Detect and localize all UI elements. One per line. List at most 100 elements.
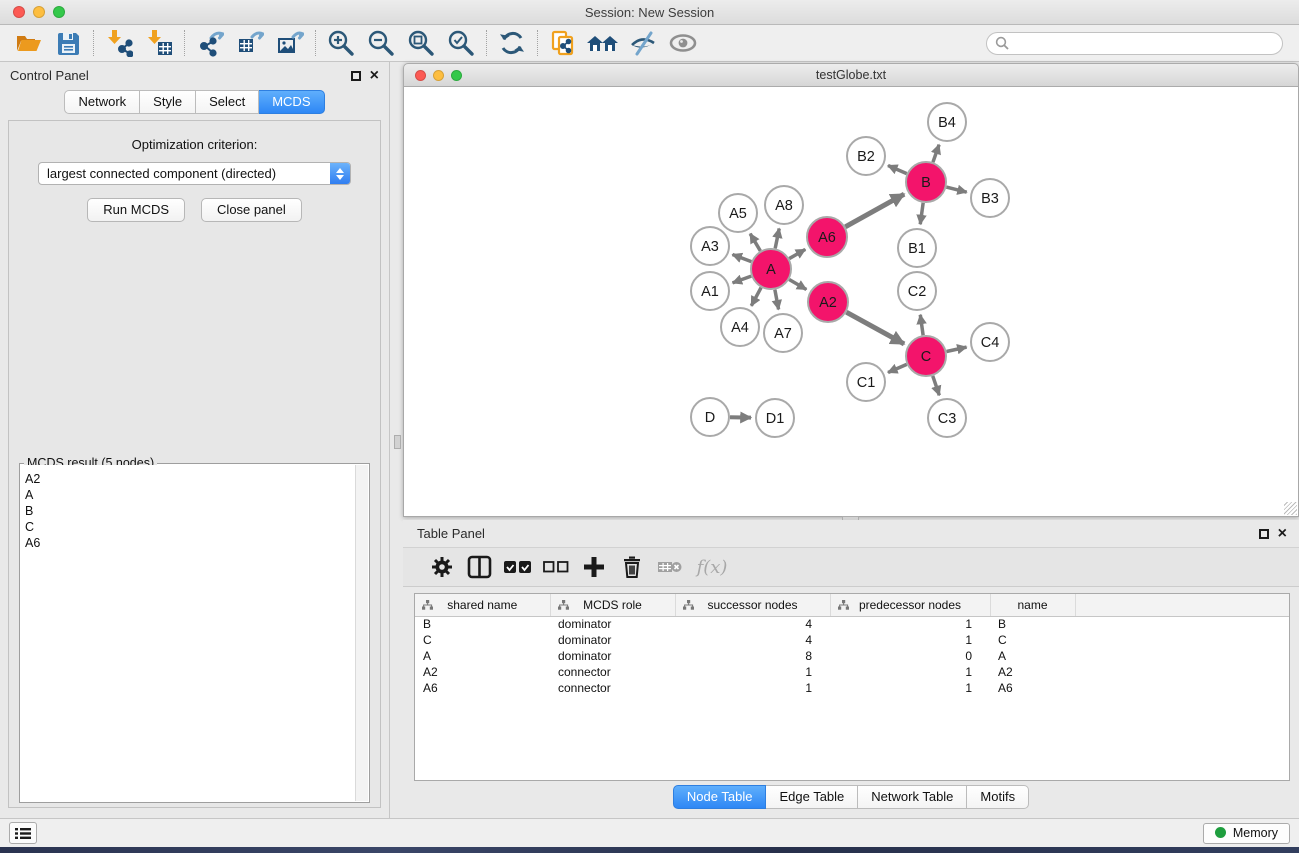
tab-style[interactable]: Style [140, 90, 196, 114]
zoom-selected-icon[interactable] [441, 28, 481, 58]
save-session-icon[interactable] [48, 28, 88, 58]
zoom-out-icon[interactable] [361, 28, 401, 58]
edge-A-A6[interactable] [789, 249, 805, 258]
cell-MCDS-role[interactable]: dominator [550, 632, 675, 648]
zoom-window-button[interactable] [53, 6, 65, 18]
minimize-window-button[interactable] [33, 6, 45, 18]
cell-name[interactable]: A2 [990, 664, 1075, 680]
vertical-scrollbar-thumb[interactable] [394, 435, 401, 449]
result-scrollbar[interactable] [355, 465, 368, 801]
import-table-icon[interactable] [139, 28, 179, 58]
cell-predecessor-nodes[interactable]: 0 [830, 648, 990, 664]
graph-node-B[interactable]: B [906, 162, 946, 202]
graph-node-D[interactable]: D [691, 398, 729, 436]
cell-predecessor-nodes[interactable]: 1 [830, 664, 990, 680]
cell-shared-name[interactable]: C [415, 632, 550, 648]
edge-A-A3[interactable] [732, 254, 751, 261]
table-options-icon[interactable] [423, 555, 461, 579]
cell-shared-name[interactable]: A [415, 648, 550, 664]
delete-column-icon[interactable] [613, 555, 651, 579]
table-row[interactable]: Adominator80A [415, 648, 1289, 664]
table-row[interactable]: Cdominator41C [415, 632, 1289, 648]
edge-A2-C[interactable] [846, 312, 904, 344]
graph-node-A[interactable]: A [751, 249, 791, 289]
cell-MCDS-role[interactable]: connector [550, 680, 675, 696]
edge-B-B4[interactable] [933, 145, 939, 163]
select-all-rows-icon[interactable] [499, 560, 537, 574]
network-close-button[interactable] [415, 70, 426, 81]
show-panels-icon[interactable] [663, 28, 703, 58]
edge-A6-B[interactable] [845, 194, 904, 227]
hide-panels-icon[interactable] [623, 28, 663, 58]
table-row[interactable]: Bdominator41B [415, 616, 1289, 632]
edge-A-A2[interactable] [789, 280, 806, 290]
tab-node-table[interactable]: Node Table [673, 785, 767, 809]
cell-MCDS-role[interactable]: connector [550, 664, 675, 680]
table-row[interactable]: A6connector11A6 [415, 680, 1289, 696]
zoom-fit-icon[interactable] [401, 28, 441, 58]
network-graph[interactable]: AA1A2A3A4A5A6A7A8BB1B2B3B4CC1C2C3C4DD1 [404, 87, 1297, 516]
resize-grip[interactable] [1284, 502, 1297, 515]
edge-A-A4[interactable] [751, 288, 761, 306]
graph-node-A5[interactable]: A5 [719, 194, 757, 232]
edge-B-B1[interactable] [920, 203, 923, 224]
edge-A-A5[interactable] [750, 234, 760, 251]
cell-name[interactable]: C [990, 632, 1075, 648]
status-menu-button[interactable] [9, 822, 37, 844]
graph-node-A4[interactable]: A4 [721, 308, 759, 346]
graph-node-D1[interactable]: D1 [756, 399, 794, 437]
close-panel-button[interactable]: Close panel [201, 198, 302, 222]
search-field[interactable] [986, 32, 1283, 55]
cell-name[interactable]: A6 [990, 680, 1075, 696]
tab-select[interactable]: Select [196, 90, 259, 114]
float-table-panel-icon[interactable] [1259, 529, 1269, 539]
graph-node-C2[interactable]: C2 [898, 272, 936, 310]
network-minimize-button[interactable] [433, 70, 444, 81]
cell-predecessor-nodes[interactable]: 1 [830, 632, 990, 648]
tab-edge-table[interactable]: Edge Table [766, 785, 858, 809]
cell-successor-nodes[interactable]: 1 [675, 664, 830, 680]
edge-A-A7[interactable] [775, 290, 779, 310]
edge-C-C3[interactable] [933, 376, 940, 395]
open-session-icon[interactable] [8, 28, 48, 58]
column-show-hide-icon[interactable] [461, 555, 499, 579]
edge-C-C1[interactable] [888, 364, 907, 372]
column-header-MCDS-role[interactable]: MCDS role [550, 594, 675, 616]
run-mcds-button[interactable]: Run MCDS [87, 198, 185, 222]
column-header-name[interactable]: name [990, 594, 1075, 616]
cell-name[interactable]: B [990, 616, 1075, 632]
graph-node-B2[interactable]: B2 [847, 137, 885, 175]
graph-node-A8[interactable]: A8 [765, 186, 803, 224]
cell-predecessor-nodes[interactable]: 1 [830, 616, 990, 632]
edge-A-A1[interactable] [733, 276, 752, 283]
result-item-C[interactable]: C [25, 519, 355, 535]
graph-node-C3[interactable]: C3 [928, 399, 966, 437]
column-header-shared-name[interactable]: shared name [415, 594, 550, 616]
cell-successor-nodes[interactable]: 4 [675, 616, 830, 632]
search-input[interactable] [1014, 33, 1282, 54]
graph-node-A1[interactable]: A1 [691, 272, 729, 310]
criterion-dropdown[interactable]: largest connected component (directed) [38, 162, 351, 185]
graph-node-B4[interactable]: B4 [928, 103, 966, 141]
export-network-icon[interactable] [190, 28, 230, 58]
network-canvas[interactable]: AA1A2A3A4A5A6A7A8BB1B2B3B4CC1C2C3C4DD1 [403, 87, 1299, 517]
cell-successor-nodes[interactable]: 1 [675, 680, 830, 696]
graph-node-A3[interactable]: A3 [691, 227, 729, 265]
result-item-B[interactable]: B [25, 503, 355, 519]
result-item-A6[interactable]: A6 [25, 535, 355, 551]
tab-mcds[interactable]: MCDS [259, 90, 324, 114]
result-item-A2[interactable]: A2 [25, 471, 355, 487]
graph-node-A7[interactable]: A7 [764, 314, 802, 352]
cell-shared-name[interactable]: A2 [415, 664, 550, 680]
graph-node-B3[interactable]: B3 [971, 179, 1009, 217]
column-header-successor-nodes[interactable]: successor nodes [675, 594, 830, 616]
deselect-all-rows-icon[interactable] [537, 561, 575, 573]
apply-layout-icon[interactable] [492, 28, 532, 58]
zoom-in-icon[interactable] [321, 28, 361, 58]
cell-MCDS-role[interactable]: dominator [550, 616, 675, 632]
edge-B-B2[interactable] [888, 166, 907, 174]
edge-A-A8[interactable] [775, 229, 779, 249]
cell-shared-name[interactable]: A6 [415, 680, 550, 696]
close-panel-icon[interactable]: × [370, 71, 379, 81]
cell-MCDS-role[interactable]: dominator [550, 648, 675, 664]
